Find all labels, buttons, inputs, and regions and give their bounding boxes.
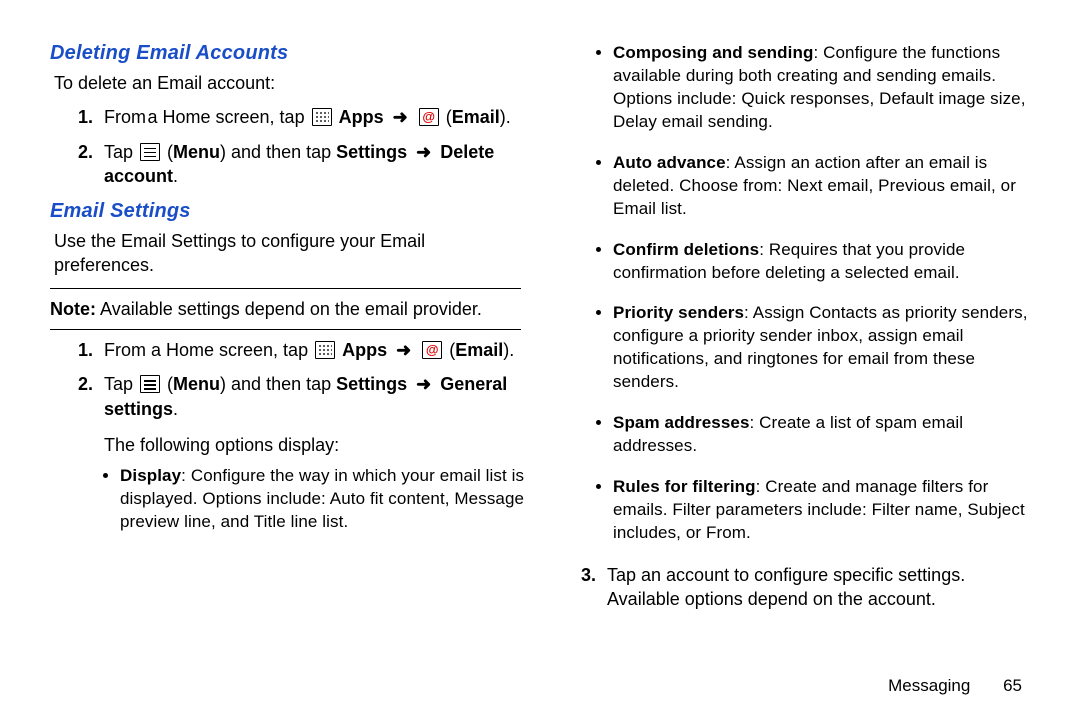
step-1: From a Home screen, tap Apps ➜ (Email). <box>78 105 521 129</box>
bullet-display: Display: Configure the way in which your… <box>120 465 531 534</box>
note-rule-bottom <box>50 329 521 330</box>
right-column: Composing and sending: Configure the fun… <box>569 36 1040 623</box>
bullet-spam-addresses: Spam addresses: Create a list of spam em… <box>613 412 1040 458</box>
step-2: Tap (Menu) and then tap Settings ➜ Gener… <box>78 372 521 421</box>
apps-label: Apps <box>342 340 387 360</box>
page-footer: Messaging 65 <box>888 676 1022 696</box>
step-text: and then tap <box>226 142 336 162</box>
bullet-title: Auto advance <box>613 153 726 172</box>
email-label: Email <box>455 340 503 360</box>
menu-icon <box>140 375 160 393</box>
steps-email-settings: From a Home screen, tap Apps ➜ (Email). … <box>78 338 521 421</box>
bullet-title: Spam addresses <box>613 413 750 432</box>
step-2: Tap (Menu) and then tap Settings ➜ Delet… <box>78 140 521 189</box>
intro-email-settings: Use the Email Settings to configure your… <box>54 229 521 278</box>
menu-label: Menu <box>173 374 220 394</box>
email-icon <box>419 108 439 126</box>
footer-section: Messaging <box>888 676 970 695</box>
email-icon <box>422 341 442 359</box>
settings-label: Settings <box>336 374 407 394</box>
settings-label: Settings <box>336 142 407 162</box>
followup-text: The following options display: <box>104 433 521 457</box>
step-3-list: Tap an account to configure specific set… <box>581 563 1040 612</box>
apps-icon <box>312 108 332 126</box>
menu-icon <box>140 143 160 161</box>
apps-icon <box>315 341 335 359</box>
arrow-icon: ➜ <box>389 107 412 127</box>
step-text: and then tap <box>226 374 336 394</box>
apps-label: Apps <box>339 107 384 127</box>
menu-label: Menu <box>173 142 220 162</box>
bullet-auto-advance: Auto advance: Assign an action after an … <box>613 152 1040 221</box>
arrow-icon: ➜ <box>392 340 415 360</box>
two-column-layout: Deleting Email Accounts To delete an Ema… <box>50 36 1040 623</box>
step-text: Tap <box>104 142 138 162</box>
step-text: From a Home screen, tap <box>104 340 313 360</box>
step-3-text: Tap an account to configure specific set… <box>607 565 965 609</box>
note-line: Note: Available settings depend on the e… <box>50 297 521 321</box>
bullet-title: Confirm deletions <box>613 240 759 259</box>
bullet-priority-senders: Priority senders: Assign Contacts as pri… <box>613 302 1040 394</box>
email-label: Email <box>452 107 500 127</box>
steps-delete-account: From a Home screen, tap Apps ➜ (Email). … <box>78 105 521 188</box>
options-bullets-left: Display: Configure the way in which your… <box>120 465 531 534</box>
bullet-confirm-deletions: Confirm deletions: Requires that you pro… <box>613 239 1040 285</box>
bullet-title: Display <box>120 466 181 485</box>
note-text: Available settings depend on the email p… <box>96 299 482 319</box>
bullet-rules-filtering: Rules for filtering: Create and manage f… <box>613 476 1040 545</box>
arrow-icon: ➜ <box>412 142 435 162</box>
arrow-icon: ➜ <box>412 374 435 394</box>
step-text: From a Home screen, tap <box>104 107 310 127</box>
bullet-composing: Composing and sending: Configure the fun… <box>613 42 1040 134</box>
manual-page: Deleting Email Accounts To delete an Ema… <box>0 0 1080 720</box>
bullet-title: Priority senders <box>613 303 744 322</box>
bullet-title: Rules for filtering <box>613 477 756 496</box>
left-column: Deleting Email Accounts To delete an Ema… <box>50 36 521 623</box>
bullet-title: Composing and sending <box>613 43 813 62</box>
step-3: Tap an account to configure specific set… <box>581 563 1040 612</box>
note-label: Note: <box>50 299 96 319</box>
footer-page-number: 65 <box>1003 676 1022 695</box>
options-bullets-right: Composing and sending: Configure the fun… <box>613 42 1040 545</box>
bullet-body: : Configure the way in which your email … <box>120 466 524 531</box>
heading-email-settings: Email Settings <box>50 200 521 223</box>
note-rule-top <box>50 288 521 289</box>
intro-delete-account: To delete an Email account: <box>54 71 521 95</box>
step-1: From a Home screen, tap Apps ➜ (Email). <box>78 338 521 362</box>
step-text: Tap <box>104 374 138 394</box>
heading-deleting-email-accounts: Deleting Email Accounts <box>50 42 521 65</box>
